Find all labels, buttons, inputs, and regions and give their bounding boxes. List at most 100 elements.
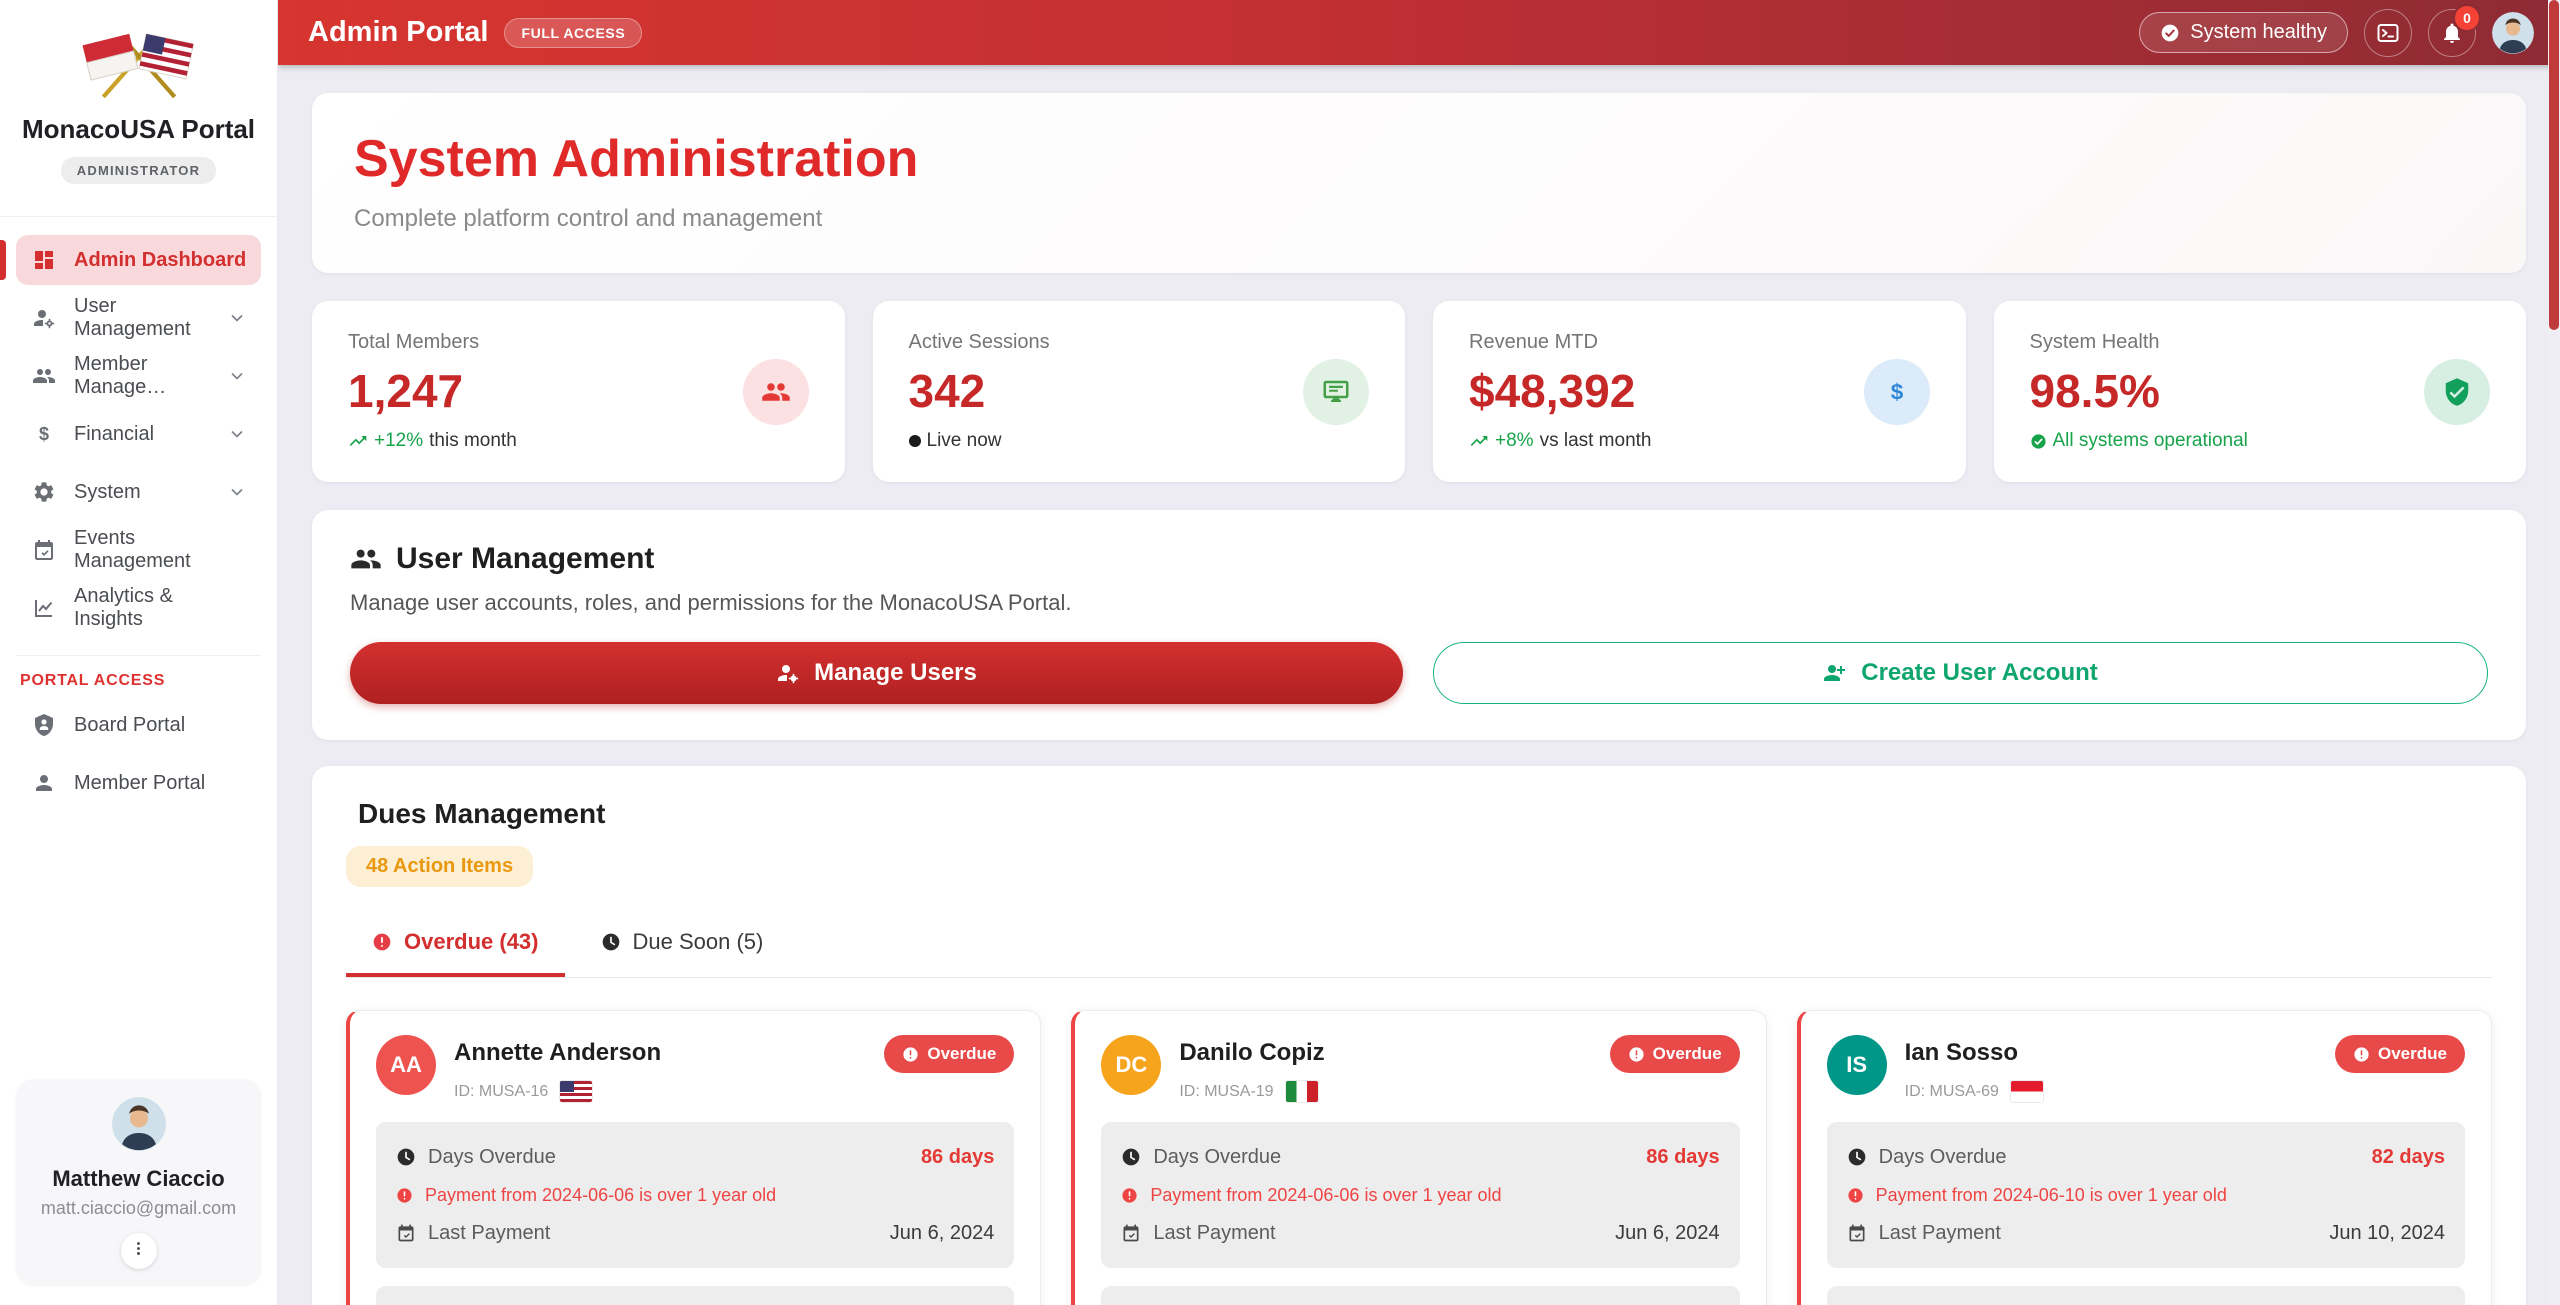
brand: MonacoUSA Portal ADMINISTRATOR	[0, 0, 277, 202]
payment-warning-row: Payment from 2024-06-06 is over 1 year o…	[1121, 1176, 1719, 1214]
status-badge: Overdue	[884, 1035, 1014, 1073]
sidebar-item-events-management[interactable]: Events Management	[16, 525, 261, 575]
stat-icon-circle	[1303, 359, 1369, 425]
last-payment-value: Jun 6, 2024	[890, 1222, 995, 1245]
user-menu-button[interactable]	[121, 1233, 157, 1269]
sidebar-item-user-management[interactable]: User Management	[16, 293, 261, 343]
last-payment-row: Last Payment Jun 10, 2024	[1847, 1214, 2445, 1252]
button-label: Manage Users	[814, 659, 977, 687]
last-payment-row: Last Payment Jun 6, 2024	[396, 1214, 994, 1252]
stat-card-system-health: System Health 98.5% All systems operatio…	[1994, 301, 2527, 482]
contact-box: Jade@prestigebrand… +33 06 78 63 40 20	[1827, 1286, 2465, 1305]
last-payment-label: Last Payment	[428, 1222, 550, 1245]
italy-flag-icon	[1286, 1081, 1318, 1102]
terminal-button[interactable]	[2364, 9, 2412, 57]
member-name: Danilo Copiz	[1179, 1039, 1324, 1067]
check-circle-icon	[2160, 23, 2180, 43]
member-id: ID: MUSA-69	[1905, 1083, 1999, 1101]
member-card: DC Danilo Copiz ID: MUSA-19 Overdue	[1071, 1010, 1766, 1305]
sidebar-item-label: Board Portal	[74, 714, 185, 737]
top-header: Admin Portal FULL ACCESS System healthy …	[278, 0, 2560, 65]
stat-value: 342	[909, 364, 1050, 418]
last-payment-value: Jun 6, 2024	[1615, 1222, 1720, 1245]
check-circle-icon	[2030, 433, 2047, 450]
contact-box: danilo@copiz.com +33 06 95 35 35 65	[1101, 1286, 1739, 1305]
button-label: Create User Account	[1861, 659, 2098, 687]
clock-icon	[1121, 1147, 1141, 1167]
error-icon	[902, 1046, 919, 1063]
tab-overdue[interactable]: Overdue (43)	[346, 915, 565, 977]
payment-warning-text: Payment from 2024-06-06 is over 1 year o…	[1150, 1185, 1501, 1206]
tab-label: Due Soon (5)	[633, 929, 764, 955]
us-flag-icon	[560, 1081, 592, 1102]
clock-icon	[601, 932, 621, 952]
chevron-down-icon	[227, 424, 247, 444]
create-user-account-button[interactable]: Create User Account	[1433, 642, 2488, 704]
manage-users-button[interactable]: Manage Users	[350, 642, 1403, 704]
groups-icon	[761, 377, 791, 407]
dollar-icon	[32, 422, 56, 446]
days-overdue-row: Days Overdue 82 days	[1847, 1138, 2445, 1176]
stat-label: System Health	[2030, 331, 2248, 354]
stat-icon-circle	[743, 359, 809, 425]
terminal-icon	[2376, 21, 2400, 45]
stats-row: Total Members 1,247 +12% this month	[312, 301, 2526, 482]
person-icon	[32, 771, 56, 795]
chevron-down-icon	[227, 366, 247, 386]
sidebar-item-system[interactable]: System	[16, 467, 261, 517]
sidebar-item-board-portal[interactable]: Board Portal	[16, 700, 261, 750]
system-status-label: System healthy	[2190, 21, 2327, 44]
stat-note-text: All systems operational	[2053, 430, 2248, 452]
dues-tabs: Overdue (43) Due Soon (5)	[346, 915, 2492, 978]
dues-management-panel: Dues Management 48 Action Items Overdue …	[312, 766, 2526, 1305]
content-area: System Administration Complete platform …	[278, 65, 2560, 1305]
error-icon	[1628, 1046, 1645, 1063]
header-avatar[interactable]	[2492, 12, 2534, 54]
role-badge: ADMINISTRATOR	[61, 157, 216, 184]
user-gear-icon	[776, 661, 800, 685]
tab-due-soon[interactable]: Due Soon (5)	[575, 915, 790, 977]
hero-card: System Administration Complete platform …	[312, 93, 2526, 273]
notifications-button[interactable]: 0	[2428, 9, 2476, 57]
trending-up-icon	[348, 431, 368, 451]
chevron-down-icon	[227, 308, 247, 328]
stat-note: Live now	[909, 430, 1050, 452]
member-id: ID: MUSA-16	[454, 1083, 548, 1101]
stat-trend: +12%	[374, 430, 423, 452]
main-column: Admin Portal FULL ACCESS System healthy …	[278, 0, 2560, 1305]
status-label: Overdue	[1653, 1044, 1722, 1064]
scrollbar-thumb[interactable]	[2549, 0, 2559, 330]
days-overdue-value: 82 days	[2372, 1146, 2445, 1169]
days-overdue-label: Days Overdue	[1153, 1146, 1281, 1169]
member-card-grid: AA Annette Anderson ID: MUSA-16 Ove	[346, 1010, 2492, 1305]
days-overdue-row: Days Overdue 86 days	[396, 1138, 994, 1176]
overdue-info-box: Days Overdue 86 days Payment from 2024-0…	[376, 1122, 1014, 1268]
sidebar-item-analytics-insights[interactable]: Analytics & Insights	[16, 583, 261, 633]
stat-label: Revenue MTD	[1469, 331, 1652, 354]
page-subtitle: Complete platform control and management	[354, 205, 2484, 233]
stat-value: $48,392	[1469, 364, 1652, 418]
user-gear-icon	[32, 306, 56, 330]
system-status-pill: System healthy	[2139, 12, 2348, 53]
days-overdue-row: Days Overdue 86 days	[1121, 1138, 1719, 1176]
last-payment-label: Last Payment	[1153, 1222, 1275, 1245]
sidebar-item-financial[interactable]: Financial	[16, 409, 261, 459]
member-id-row: ID: MUSA-16	[454, 1081, 661, 1102]
action-items-badge: 48 Action Items	[346, 846, 533, 887]
shield-person-icon	[32, 713, 56, 737]
portal-title: MonacoUSA Portal	[10, 114, 267, 145]
error-icon	[372, 932, 392, 952]
sidebar-item-member-portal[interactable]: Member Portal	[16, 758, 261, 808]
overdue-info-box: Days Overdue 82 days Payment from 2024-0…	[1827, 1122, 2465, 1268]
last-payment-label: Last Payment	[1879, 1222, 2001, 1245]
member-email-row: danilo@copiz.com	[1121, 1300, 1719, 1305]
sidebar-item-admin-dashboard[interactable]: Admin Dashboard	[16, 235, 261, 285]
days-overdue-value: 86 days	[1646, 1146, 1719, 1169]
member-card-header: AA Annette Anderson ID: MUSA-16 Ove	[376, 1035, 1014, 1102]
member-name: Annette Anderson	[454, 1039, 661, 1067]
dollar-icon	[1882, 377, 1912, 407]
payment-warning-text: Payment from 2024-06-10 is over 1 year o…	[1876, 1185, 2227, 1206]
member-avatar: DC	[1101, 1035, 1161, 1095]
member-card-header: IS Ian Sosso ID: MUSA-69 Overdue	[1827, 1035, 2465, 1102]
sidebar-item-member-management[interactable]: Member Manage…	[16, 351, 261, 401]
